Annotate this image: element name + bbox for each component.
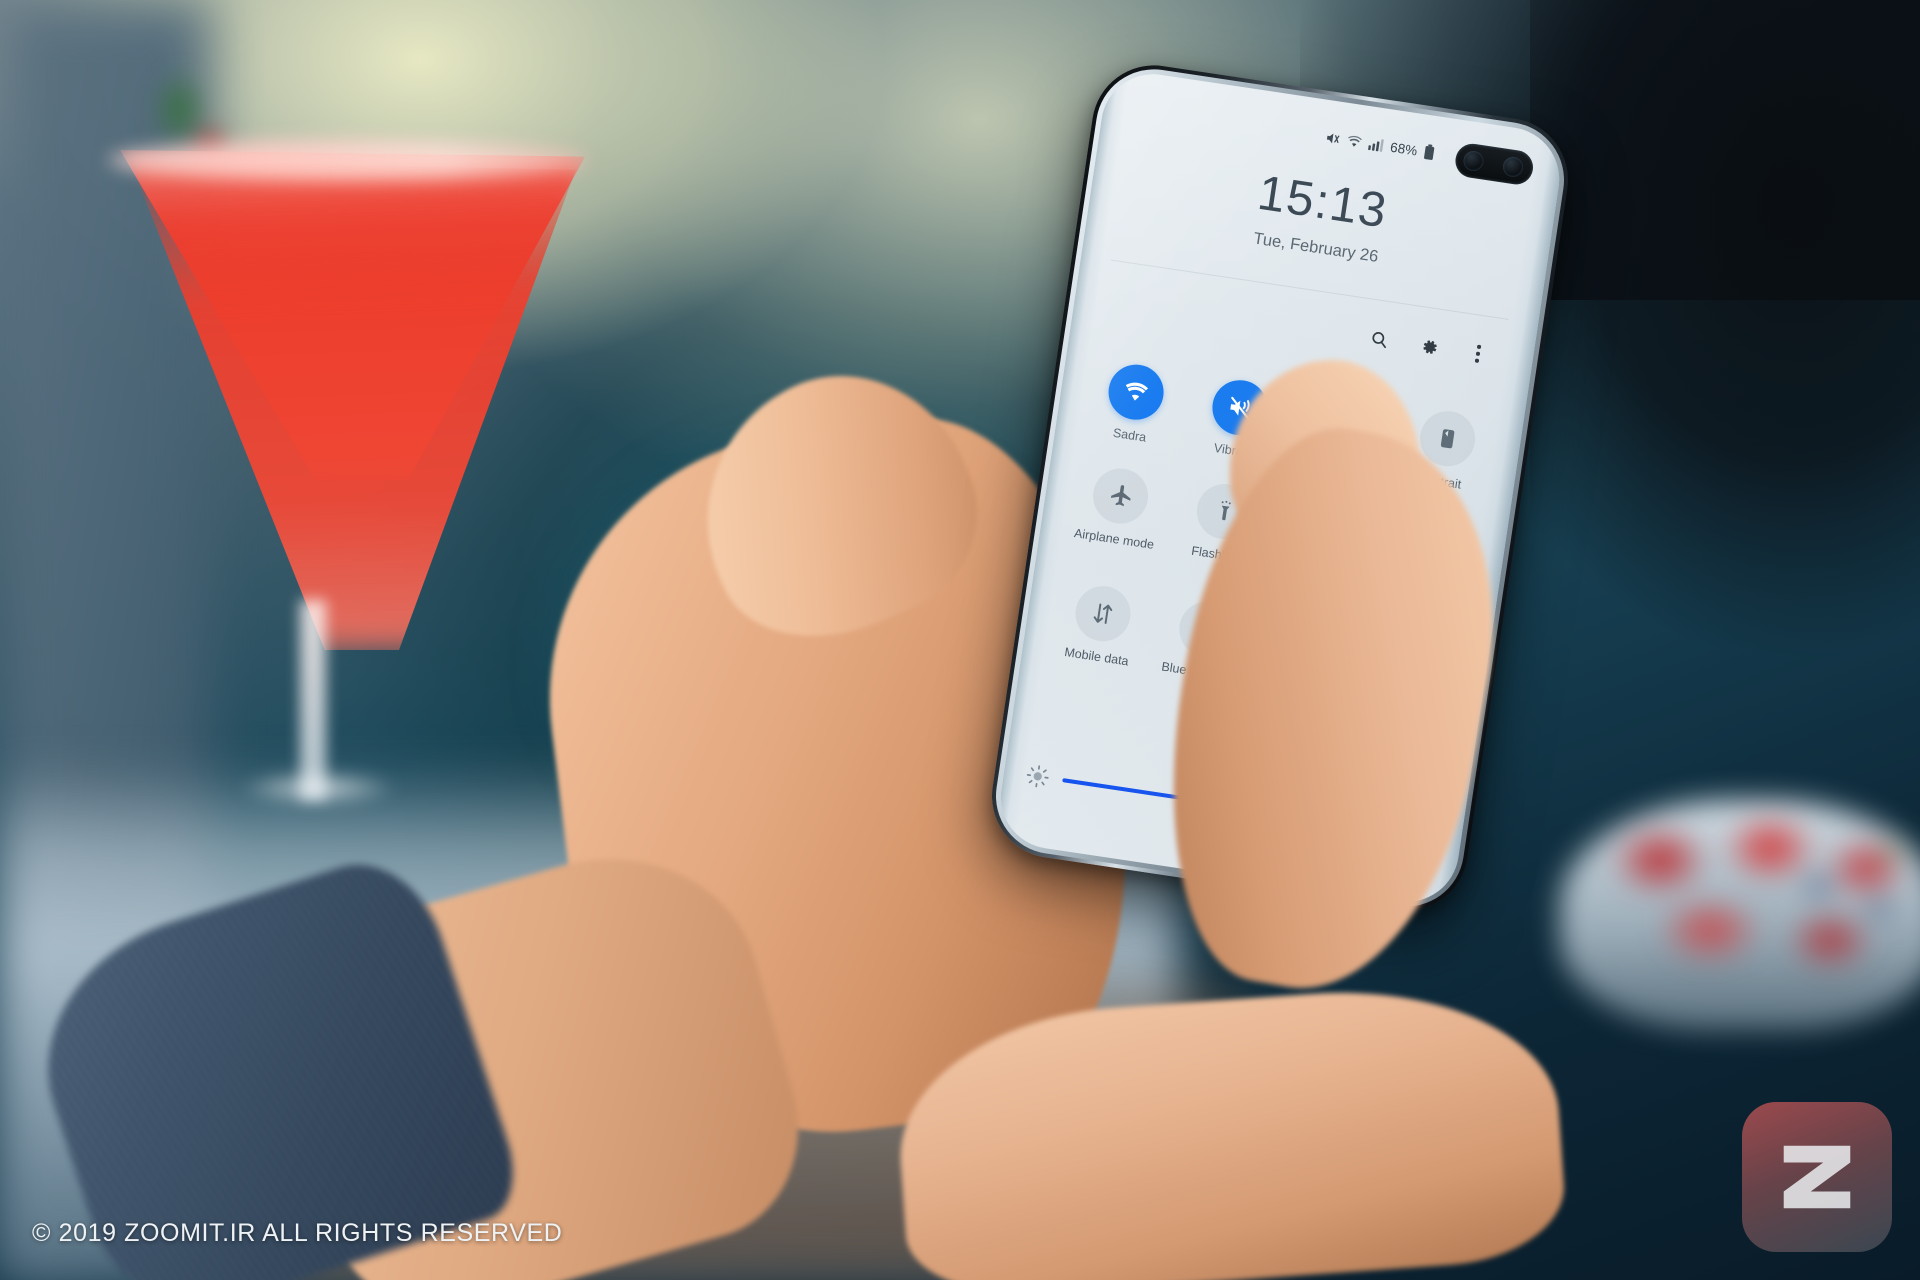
mobile-data-icon — [1071, 582, 1135, 646]
logo-z-glyph — [1783, 1145, 1851, 1209]
quick-tile-mobile-data[interactable]: Mobile data — [1041, 579, 1159, 687]
background-dark-right — [1530, 0, 1920, 700]
quick-tile-airplane-mode[interactable]: Airplane mode — [1059, 461, 1177, 569]
battery-icon — [1423, 144, 1435, 161]
screenshot-canvas: 68% 15:13 Tue, February 26 Sadra Airplan… — [0, 0, 1920, 1280]
airplane-icon — [1089, 464, 1152, 528]
berries — [1580, 790, 1920, 990]
wifi-icon — [1346, 133, 1363, 150]
quick-tile-label: Sadra — [1112, 425, 1148, 445]
wifi-icon — [1104, 360, 1168, 424]
quick-tile-label: Airplane mode — [1073, 525, 1156, 552]
brightness-sun-icon — [1024, 763, 1051, 790]
search-icon[interactable] — [1367, 327, 1392, 352]
more-options-icon[interactable] — [1466, 341, 1491, 366]
cocktail-glass-foot — [238, 770, 398, 806]
battery-percent-label: 68% — [1389, 139, 1419, 159]
copyright-watermark: © 2019 ZOOMIT.IR ALL RIGHTS RESERVED — [32, 1219, 563, 1247]
three-dots — [1474, 344, 1482, 363]
quick-settings-toolbar — [1367, 327, 1491, 367]
quick-tile-sadra[interactable]: Sadra — [1077, 357, 1192, 450]
quick-tile-label: Mobile data — [1063, 645, 1130, 669]
cocktail-glass-rim — [108, 140, 588, 180]
zoomit-logo-watermark — [1742, 1102, 1892, 1252]
gear-icon[interactable] — [1416, 334, 1441, 359]
mute-icon — [1324, 129, 1341, 146]
signal-bars-icon — [1367, 136, 1385, 152]
